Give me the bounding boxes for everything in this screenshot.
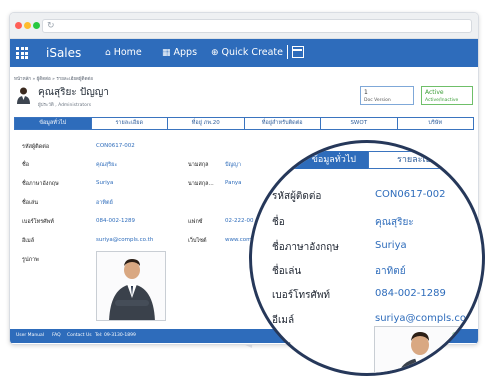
nav-apps-label: Apps bbox=[173, 47, 198, 58]
plus-circle-icon: ⊕ bbox=[211, 48, 219, 58]
zoom-field-label: อีเมล์ bbox=[272, 315, 295, 326]
field-label: ชื่อ bbox=[22, 162, 30, 168]
tab-bar: ข้อมูลทั่วไป รายละเอียด ที่อยู่ ภพ.20 ที… bbox=[14, 117, 474, 130]
line-chat-icon: ◉ bbox=[452, 331, 458, 338]
field-label: นามสกุล... bbox=[188, 181, 214, 187]
field-value-nickname: อาทิตย์ bbox=[96, 200, 113, 206]
tab-company[interactable]: บริษัท bbox=[398, 118, 474, 129]
field-value-first-name: คุณสุริยะ bbox=[96, 162, 118, 168]
home-icon: ⌂ bbox=[105, 48, 111, 58]
field-label: แฟกซ์ bbox=[188, 219, 203, 225]
magnifier-content: ข้อมูลทั่วไป รายละเอียด รหัสผู้ติดต่อ CO… bbox=[252, 143, 482, 373]
zoom-tab-general[interactable]: ข้อมูลทั่วไป bbox=[252, 151, 368, 169]
field-value-email[interactable]: suriya@compls.co.th bbox=[96, 237, 153, 243]
nav-divider bbox=[287, 45, 288, 59]
zoom-field-label: เบอร์โทรศัพท์ bbox=[272, 290, 331, 301]
zoom-line-badge[interactable]: ◉ LINE bbox=[452, 331, 473, 338]
calendar-icon[interactable] bbox=[292, 46, 304, 58]
zoom-field-label: ชื่อ bbox=[272, 217, 285, 228]
nav-quick-create-label: Quick Create bbox=[221, 47, 283, 58]
field-value-last-name: ปัญญา bbox=[225, 162, 241, 168]
status-box[interactable]: Active Active/Inactive bbox=[421, 86, 473, 105]
zoom-field-label: รหัสผู้ติดต่อ bbox=[272, 191, 322, 202]
nav-apps[interactable]: ▦ Apps bbox=[162, 47, 197, 59]
contact-subtitle: ผู้ประวัติ , Administrators bbox=[38, 103, 92, 108]
zoom-field-value: คุณสุริยะ bbox=[375, 217, 414, 228]
tab-swot[interactable]: SWOT bbox=[321, 118, 398, 129]
nav-quick-create[interactable]: ⊕ Quick Create bbox=[211, 47, 283, 59]
footer-phone: Tel: 09-3130-1899 bbox=[95, 333, 136, 338]
app-grid-icon[interactable] bbox=[16, 47, 28, 59]
zoom-tab-details[interactable]: รายละเอียด bbox=[368, 151, 482, 169]
doc-version-box: 1 Doc Version bbox=[360, 86, 414, 105]
zoom-field-label: ชื่อภาษาอังกฤษ bbox=[272, 242, 339, 253]
field-value-english-name: Suriya bbox=[96, 180, 114, 186]
tab-general[interactable]: ข้อมูลทั่วไป bbox=[15, 118, 92, 129]
field-label: เบอร์โทรศัพท์ bbox=[22, 219, 54, 225]
address-bar[interactable]: ↻ bbox=[42, 19, 472, 33]
zoom-contact-photo bbox=[374, 326, 464, 373]
field-label: ชื่อเล่น bbox=[22, 200, 39, 206]
doc-version-label: Doc Version bbox=[364, 98, 391, 103]
refresh-icon[interactable]: ↻ bbox=[47, 21, 55, 31]
browser-toolbar: ↻ bbox=[10, 13, 478, 39]
field-label: เว็บไซต์ bbox=[188, 238, 207, 244]
field-label: นามสกุล bbox=[188, 162, 209, 168]
field-value-website[interactable]: www.com bbox=[225, 237, 252, 243]
contact-name: คุณสุริยะ ปัญญา bbox=[38, 87, 109, 98]
field-label: ชื่อภาษาอังกฤษ bbox=[22, 181, 59, 187]
zoom-field-value[interactable]: suriya@compls.co.th bbox=[375, 313, 479, 324]
zoom-field-value: Suriya bbox=[375, 240, 407, 251]
zoom-field-label: ภาพ bbox=[272, 340, 291, 351]
field-label: รูปภาพ bbox=[22, 257, 39, 263]
nav-home[interactable]: ⌂ Home bbox=[105, 47, 142, 59]
tab-contact-address[interactable]: ที่อยู่สำหรับติดต่อ bbox=[245, 118, 321, 129]
field-label: อีเมล์ bbox=[22, 238, 35, 244]
tab-details[interactable]: รายละเอียด bbox=[92, 118, 168, 129]
contact-avatar bbox=[17, 87, 30, 104]
zoom-field-value: อาทิตย์ bbox=[375, 266, 406, 277]
footer-contact-link[interactable]: Contact Us bbox=[67, 333, 92, 338]
minimize-dot-icon[interactable] bbox=[24, 22, 31, 29]
screenshot-stage: ↻ iSales ⌂ Home ▦ Apps ⊕ Quick Create หน้าห… bbox=[0, 0, 488, 379]
zoom-field-value[interactable]: 084-002-1289 bbox=[375, 288, 446, 299]
zoom-field-value: CON0617-002 bbox=[375, 189, 446, 200]
field-value-phone[interactable]: 084-002-1289 bbox=[96, 218, 135, 224]
breadcrumb[interactable]: หน้าหลัก » ผู้ติดต่อ » รายละเอียดผู้ติดต… bbox=[14, 75, 93, 82]
field-value-contact-id: CON0617-002 bbox=[96, 143, 135, 149]
doc-version-number: 1 bbox=[364, 89, 368, 96]
close-dot-icon[interactable] bbox=[15, 22, 22, 29]
apps-icon: ▦ bbox=[162, 48, 171, 58]
zoom-line-label: LINE bbox=[459, 331, 473, 338]
contact-photo bbox=[96, 251, 166, 321]
footer-user-manual-link[interactable]: User Manual bbox=[16, 333, 44, 338]
field-value-english-last-name: Panya bbox=[225, 180, 242, 186]
nav-home-label: Home bbox=[113, 47, 142, 58]
maximize-dot-icon[interactable] bbox=[33, 22, 40, 29]
top-nav: iSales ⌂ Home ▦ Apps ⊕ Quick Create bbox=[10, 39, 478, 67]
magnifier-lens: ข้อมูลทั่วไป รายละเอียด รหัสผู้ติดต่อ CO… bbox=[249, 140, 485, 376]
field-label: รหัสผู้ติดต่อ bbox=[22, 144, 50, 150]
footer-faq-link[interactable]: FAQ bbox=[52, 333, 61, 338]
brand-title[interactable]: iSales bbox=[46, 45, 81, 61]
tab-address-pp20[interactable]: ที่อยู่ ภพ.20 bbox=[168, 118, 245, 129]
field-value-fax: 02-222-00 bbox=[225, 218, 254, 224]
zoom-field-label: ชื่อเล่น bbox=[272, 266, 302, 277]
status-value: Active bbox=[425, 89, 444, 96]
status-options: Active/Inactive bbox=[425, 98, 459, 103]
